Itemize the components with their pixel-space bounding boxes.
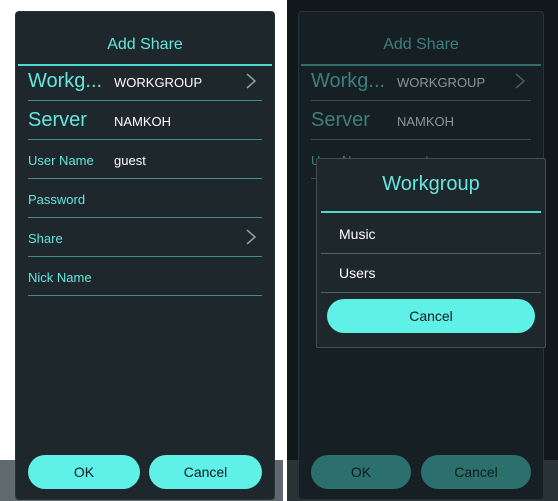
server-row: Server NAMKOH: [311, 101, 531, 140]
username-value: guest: [114, 153, 146, 168]
server-row[interactable]: Server NAMKOH: [28, 101, 262, 140]
dialog-title: Add Share: [383, 36, 459, 53]
workgroup-label: Workg...: [311, 70, 386, 92]
ok-button-dimmed: OK: [311, 455, 411, 489]
chevron-right-icon: [246, 229, 257, 245]
nickname-row[interactable]: Nick Name: [28, 257, 262, 296]
popup-cancel-button[interactable]: Cancel: [327, 299, 535, 333]
cancel-button[interactable]: Cancel: [149, 455, 262, 489]
server-value: NAMKOH: [114, 114, 172, 129]
ok-button[interactable]: OK: [28, 455, 140, 489]
share-label: Share: [28, 231, 63, 246]
popup-title: Workgroup: [382, 173, 480, 195]
workgroup-label: Workg...: [28, 70, 103, 92]
password-label: Password: [28, 192, 86, 207]
workgroup-row: Workg... WORKGROUP: [311, 62, 531, 101]
workgroup-value: WORKGROUP: [114, 75, 203, 90]
add-share-dialog: Add Share Workg... WORKGROUP Server NAMK…: [16, 12, 274, 499]
server-value: NAMKOH: [397, 114, 455, 129]
popup-option-users[interactable]: Users: [321, 254, 541, 293]
popup-title-divider: [321, 211, 541, 213]
chevron-right-icon: [246, 73, 257, 89]
dialog-title: Add Share: [107, 36, 183, 53]
server-label: Server: [311, 109, 370, 131]
username-row[interactable]: User Name guest: [28, 140, 262, 179]
cancel-button-dimmed: Cancel: [421, 455, 531, 489]
username-label: User Name: [28, 153, 94, 168]
popup-option-music[interactable]: Music: [321, 215, 541, 254]
popup-option-label: Users: [339, 265, 376, 281]
password-row[interactable]: Password: [28, 179, 262, 218]
workgroup-row[interactable]: Workg... WORKGROUP: [28, 62, 262, 101]
chevron-right-icon: [515, 73, 526, 89]
server-label: Server: [28, 109, 87, 131]
popup-option-label: Music: [339, 226, 376, 242]
nickname-label: Nick Name: [28, 270, 92, 285]
workgroup-value: WORKGROUP: [397, 75, 486, 90]
workgroup-popup: Workgroup Music Users Cancel: [316, 158, 546, 348]
left-screen: Add Share Workg... WORKGROUP Server NAMK…: [0, 0, 283, 501]
right-screen: Add Share Workg... WORKGROUP Server NAMK…: [287, 0, 558, 501]
share-row[interactable]: Share: [28, 218, 262, 257]
